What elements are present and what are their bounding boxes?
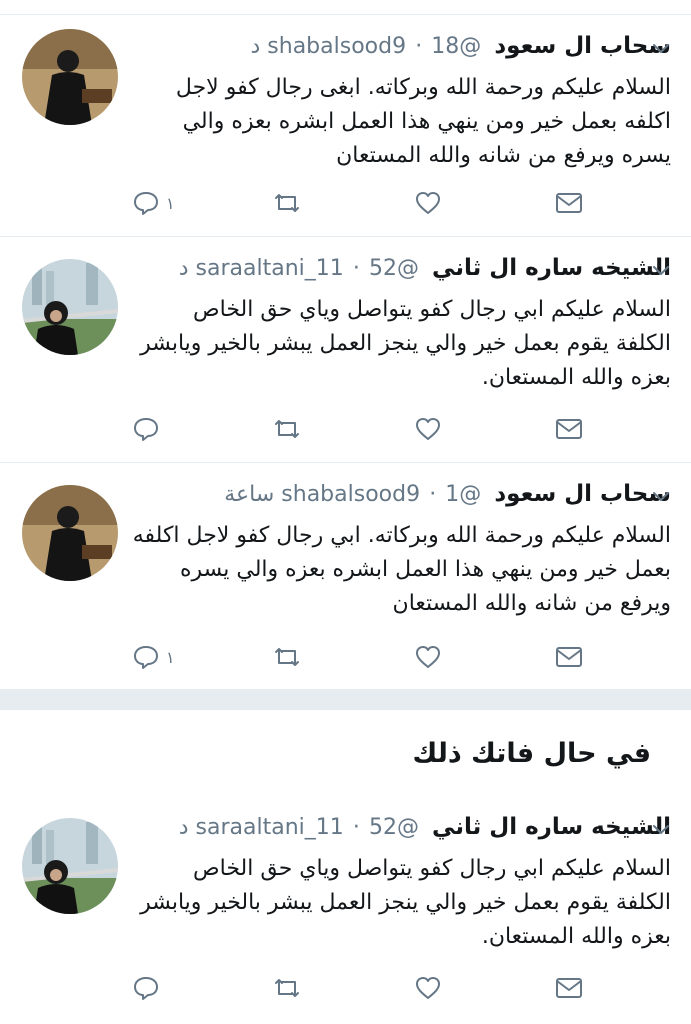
timeline-separator: [0, 690, 691, 710]
reply-button[interactable]: ١: [132, 641, 175, 673]
reply-icon: [132, 415, 160, 443]
tweet-text: السلام عليكم ابي رجال كفو يتواصل وياي حق…: [140, 297, 671, 390]
display-name[interactable]: سحاب ال سعود: [494, 481, 671, 507]
chevron-down-icon[interactable]: [650, 37, 672, 59]
message-icon: [554, 975, 584, 1001]
reply-count: ١: [166, 193, 175, 213]
tweet-text: السلام عليكم ورحمة الله وبركاته. ابغى رج…: [175, 75, 671, 168]
reply-button[interactable]: ١: [132, 187, 175, 219]
avatar[interactable]: [22, 818, 118, 914]
chevron-down-icon[interactable]: [650, 485, 672, 507]
tweet-header: الشيخه ساره ال ثاني @saraaltani_11 · 52 …: [132, 255, 671, 289]
tweet[interactable]: سحاب ال سعود @shabalsood9 · 1 ساعة السلا…: [0, 463, 691, 690]
message-icon: [554, 416, 584, 442]
display-name[interactable]: الشيخه ساره ال ثاني: [432, 814, 671, 840]
tweet[interactable]: سحاب ال سعود @shabalsood9 · 18 د السلام …: [0, 15, 691, 237]
section-heading: في حال فاتك ذلك: [0, 710, 691, 797]
retweet-icon: [272, 189, 302, 217]
tweet[interactable]: الشيخه ساره ال ثاني @saraaltani_11 · 52 …: [0, 796, 691, 1024]
reply-icon: [132, 189, 160, 217]
tweet-actions: ١: [132, 641, 592, 677]
retweet-icon: [272, 415, 302, 443]
tweet-header: الشيخه ساره ال ثاني @saraaltani_11 · 52 …: [132, 814, 671, 848]
like-button[interactable]: [414, 641, 442, 673]
avatar[interactable]: [22, 259, 118, 355]
message-button[interactable]: [554, 972, 584, 1004]
message-button[interactable]: [554, 413, 584, 445]
like-icon: [414, 189, 442, 217]
like-button[interactable]: [414, 972, 442, 1004]
separator-dot: ·: [415, 34, 423, 59]
separator-dot: ·: [429, 482, 437, 507]
message-icon: [554, 190, 584, 216]
section-heading-text: في حال فاتك ذلك: [412, 738, 651, 769]
retweet-button[interactable]: [272, 413, 302, 445]
reply-icon: [132, 974, 160, 1002]
tweet-text: السلام عليكم ورحمة الله وبركاته. ابي رجا…: [132, 523, 671, 616]
top-rule: [0, 0, 691, 15]
display-name[interactable]: الشيخه ساره ال ثاني: [432, 255, 671, 281]
retweet-button[interactable]: [272, 187, 302, 219]
like-button[interactable]: [414, 187, 442, 219]
like-icon: [414, 415, 442, 443]
avatar[interactable]: [22, 485, 118, 581]
tweet-text: السلام عليكم ابي رجال كفو يتواصل وياي حق…: [140, 856, 671, 949]
reply-icon: [132, 643, 160, 671]
reply-button[interactable]: [132, 413, 166, 445]
separator-dot: ·: [352, 815, 360, 840]
tweet[interactable]: الشيخه ساره ال ثاني @saraaltani_11 · 52 …: [0, 237, 691, 463]
chevron-down-icon[interactable]: [650, 818, 672, 840]
chevron-down-icon[interactable]: [650, 259, 672, 281]
tweet-actions: ١: [132, 187, 592, 223]
tweet-header: سحاب ال سعود @shabalsood9 · 18 د: [132, 33, 672, 67]
like-icon: [414, 643, 442, 671]
tweet-header: سحاب ال سعود @shabalsood9 · 1 ساعة: [132, 481, 671, 515]
message-button[interactable]: [554, 187, 584, 219]
avatar[interactable]: [22, 29, 118, 125]
message-button[interactable]: [554, 641, 584, 673]
reply-count: ١: [166, 647, 175, 667]
like-icon: [414, 974, 442, 1002]
message-icon: [554, 644, 584, 670]
retweet-button[interactable]: [272, 972, 302, 1004]
like-button[interactable]: [414, 413, 442, 445]
display-name[interactable]: سحاب ال سعود: [494, 33, 671, 59]
retweet-icon: [272, 974, 302, 1002]
tweet-actions: [132, 972, 592, 1008]
reply-button[interactable]: [132, 972, 166, 1004]
tweet-actions: [132, 413, 592, 449]
retweet-icon: [272, 643, 302, 671]
retweet-button[interactable]: [272, 641, 302, 673]
separator-dot: ·: [352, 256, 360, 281]
